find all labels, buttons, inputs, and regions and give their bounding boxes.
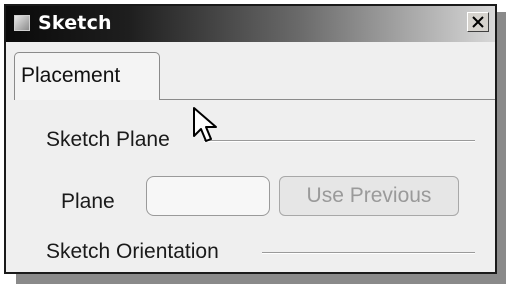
- sketch-plane-heading: Sketch Plane: [46, 128, 170, 151]
- sketch-orientation-separator: [262, 252, 475, 254]
- tab-placement-label: Placement: [21, 64, 121, 87]
- plane-input[interactable]: [146, 176, 270, 216]
- close-button[interactable]: [467, 12, 489, 32]
- use-previous-button[interactable]: Use Previous: [279, 176, 459, 216]
- window-title: Sketch: [38, 12, 112, 34]
- tab-strip: Placement: [6, 42, 495, 104]
- plane-label: Plane: [61, 190, 115, 213]
- close-icon: [472, 16, 484, 28]
- tab-placement[interactable]: Placement: [14, 52, 160, 100]
- window-icon: [14, 15, 30, 31]
- sketch-plane-separator: [204, 140, 475, 142]
- placement-panel: Sketch Plane Plane Use Previous Sketch O…: [6, 100, 495, 272]
- screenshot-page: Sketch Placement Sketch Plane Plane Use …: [0, 0, 506, 284]
- sketch-orientation-heading: Sketch Orientation: [46, 240, 219, 263]
- title-bar[interactable]: Sketch: [6, 6, 495, 42]
- sketch-dialog: Sketch Placement Sketch Plane Plane Use …: [4, 4, 497, 274]
